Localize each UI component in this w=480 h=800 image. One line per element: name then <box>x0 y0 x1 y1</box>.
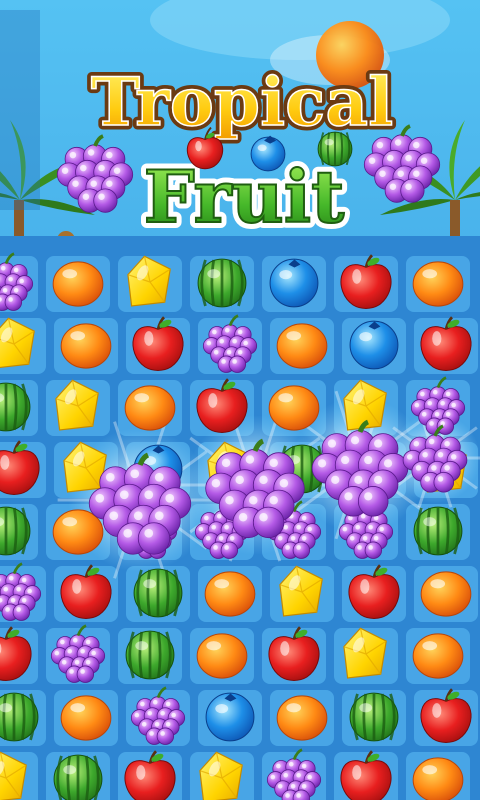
fruit-orange-icon[interactable] <box>412 633 464 679</box>
fruit-melon-icon[interactable] <box>53 754 103 800</box>
fruit-melon-icon[interactable] <box>197 258 247 308</box>
fruit-orange-icon[interactable] <box>60 695 112 741</box>
fruit-melon-icon[interactable] <box>0 506 31 556</box>
fruit-orange-icon[interactable] <box>52 261 104 307</box>
fruit-orange-icon[interactable] <box>420 571 472 617</box>
fruit-orange-icon[interactable] <box>276 695 328 741</box>
fruit-melon-icon[interactable] <box>413 506 463 556</box>
fruit-orange-icon[interactable] <box>276 323 328 369</box>
fruit-orange-icon[interactable] <box>412 757 464 800</box>
fruit-melon-icon[interactable] <box>125 630 175 680</box>
fruit-blueberry-icon[interactable] <box>349 320 399 370</box>
fruit-orange-icon[interactable] <box>196 633 248 679</box>
fruit-orange-icon[interactable] <box>52 509 104 555</box>
title-line2-fill: Fruit <box>144 154 345 239</box>
fruit-orange-icon[interactable] <box>412 261 464 307</box>
fruit-melon-icon[interactable] <box>0 692 39 742</box>
title-line1-fill: Tropical <box>91 63 393 141</box>
fruit-melon-icon[interactable] <box>133 568 183 618</box>
fruit-blueberry-icon[interactable] <box>269 258 319 308</box>
fruit-melon-icon[interactable] <box>0 382 31 432</box>
fruit-orange-icon[interactable] <box>124 385 176 431</box>
fruit-orange-icon[interactable] <box>268 385 320 431</box>
fruit-melon-icon[interactable] <box>349 692 399 742</box>
fruit-orange-icon[interactable] <box>204 571 256 617</box>
title-melon-icon <box>317 131 353 167</box>
game-screen: Tropical Tropical Fruit Fruit <box>0 0 480 800</box>
fruit-blueberry-icon[interactable] <box>205 692 255 742</box>
fruit-orange-icon[interactable] <box>60 323 112 369</box>
